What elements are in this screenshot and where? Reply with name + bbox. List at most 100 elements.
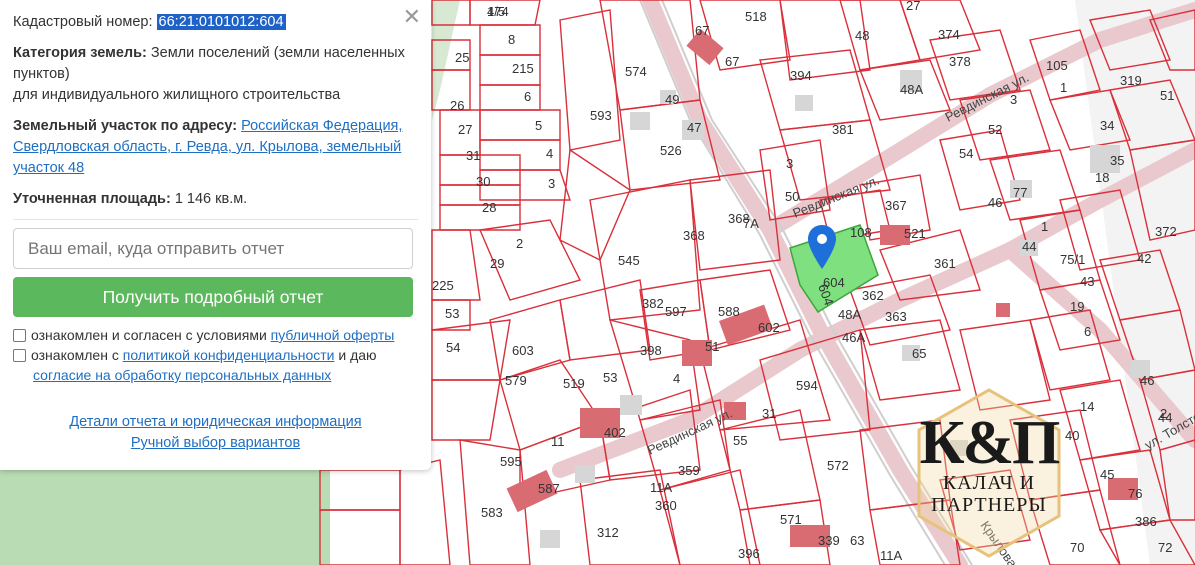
parcel-number-label: 372 xyxy=(1155,224,1177,239)
consent-privacy-text: ознакомлен с xyxy=(31,347,119,363)
parcel-number-label: 594 xyxy=(796,378,818,393)
parcel-number-label: 3 xyxy=(548,176,555,191)
parcel-number-label: 50 xyxy=(785,189,799,204)
parcel-number-label: 339 xyxy=(818,533,840,548)
parcel-number-label: 593 xyxy=(590,108,612,123)
parcel-number-label: 571 xyxy=(780,512,802,527)
parcel-number-label: 368 xyxy=(683,228,705,243)
parcel-number-label: 378 xyxy=(949,54,971,69)
parcel-number-label: 19 xyxy=(1070,299,1084,314)
parcel-number-label: 49 xyxy=(665,92,679,107)
parcel-number-label: 1 xyxy=(1041,219,1048,234)
area-label: Уточненная площадь: xyxy=(13,191,171,207)
parcel-number-label: 572 xyxy=(827,458,849,473)
data-processing-link[interactable]: согласие на обработку персональных данны… xyxy=(33,367,331,383)
parcel-number-label: 34 xyxy=(1100,118,1114,133)
logo-line-2: ПАРТНЕРЫ xyxy=(931,494,1047,516)
address-row: Земельный участок по адресу: Российская … xyxy=(13,116,418,179)
parcel-number-label: 579 xyxy=(505,373,527,388)
parcel-number-label: 8 xyxy=(508,32,515,47)
parcel-number-label: 53 xyxy=(603,370,617,385)
parcel-number-label: 26 xyxy=(450,98,464,113)
manual-selection-link[interactable]: Ручной выбор вариантов xyxy=(131,435,300,451)
footer-links: Детали отчета и юридическая информация Р… xyxy=(13,412,418,454)
parcel-number-label: 14 xyxy=(1080,399,1094,414)
close-icon[interactable]: ✕ xyxy=(403,6,421,28)
land-category-row: Категория земель: Земли поселений (земли… xyxy=(13,43,418,106)
parcel-number-label: 105 xyxy=(1046,58,1068,73)
consent-offer-checkbox[interactable] xyxy=(13,329,26,342)
parcel-number-label: 29 xyxy=(490,256,504,271)
parcel-number-label: 48 xyxy=(855,28,869,43)
parcel-number-label: 70 xyxy=(1070,540,1084,555)
parcel-number-label: 588 xyxy=(718,304,740,319)
parcel-number-label: 583 xyxy=(481,505,503,520)
parcel-number-label: 55 xyxy=(733,433,747,448)
parcel-number-label: 30 xyxy=(476,174,490,189)
parcel-number-label: 362 xyxy=(862,288,884,303)
parcel-number-label: 52 xyxy=(988,122,1002,137)
parcel-number-label: 382 xyxy=(642,296,664,311)
parcel-number-label: 75/1 xyxy=(1060,252,1085,267)
parcel-number-label: 25 xyxy=(455,50,469,65)
parcel-number-label: 18 xyxy=(1095,170,1109,185)
parcel-number-label: 54 xyxy=(446,340,460,355)
parcel-number-label: 5 xyxy=(535,118,542,133)
parcel-number-label: 48А xyxy=(900,82,923,97)
parcel-number-label: 381 xyxy=(832,122,854,137)
email-input[interactable] xyxy=(13,228,413,269)
land-use-value: для индивидуального жилищного строительс… xyxy=(13,87,341,103)
parcel-number-label: 51 xyxy=(1160,88,1174,103)
area-row: Уточненная площадь: 1 146 кв.м. xyxy=(13,189,418,210)
parcel-number-label: 595 xyxy=(500,454,522,469)
parcel-info-card: ✕ Кадастровый номер: 66:21:0101012:604 К… xyxy=(0,0,431,470)
parcel-number-label: 602 xyxy=(758,320,780,335)
parcel-number-label: 225 xyxy=(432,278,454,293)
parcel-number-label: 46 xyxy=(988,195,1002,210)
parcel-number-label: 63 xyxy=(850,533,864,548)
parcel-number-label: 215 xyxy=(512,61,534,76)
parcel-number-label: 27 xyxy=(458,122,472,137)
parcel-number-label: 44 xyxy=(1022,239,1036,254)
consent-offer-text: ознакомлен и согласен с условиями xyxy=(31,327,267,343)
parcel-number-label: 42 xyxy=(1137,251,1151,266)
consent-offer: ознакомлен и согласен с условиями публич… xyxy=(13,325,418,345)
parcel-number-label: 363 xyxy=(885,309,907,324)
company-logo: К&П КАЛАЧ И ПАРТНЕРЫ xyxy=(909,386,1069,561)
consent-privacy-checkbox[interactable] xyxy=(13,349,26,362)
parcel-number-label: 360 xyxy=(655,498,677,513)
report-details-link[interactable]: Детали отчета и юридическая информация xyxy=(69,414,361,430)
cadastral-number[interactable]: 66:21:0101012:604 xyxy=(156,14,286,30)
parcel-number-label: 3 xyxy=(1010,92,1017,107)
parcel-number-label: 45 xyxy=(1100,467,1114,482)
get-report-button[interactable]: Получить подробный отчет xyxy=(13,277,413,317)
parcel-number-label: 65 xyxy=(912,346,926,361)
parcel-number-label: 597 xyxy=(665,304,687,319)
public-offer-link[interactable]: публичной оферты xyxy=(271,327,395,343)
parcel-number-label: 46 xyxy=(1140,373,1154,388)
parcel-number-label: 319 xyxy=(1120,73,1142,88)
cadastral-label: Кадастровый номер: xyxy=(13,14,153,30)
address-label: Земельный участок по адресу: xyxy=(13,118,238,134)
parcel-number-label: 4 xyxy=(546,146,553,161)
parcel-number-label: 4/5 xyxy=(487,4,505,19)
privacy-policy-link[interactable]: политикой конфиденциальности xyxy=(123,347,335,363)
parcel-number-label: 35 xyxy=(1110,153,1124,168)
parcel-number-label: 521 xyxy=(904,226,926,241)
parcel-number-label: 526 xyxy=(660,143,682,158)
parcel-number-label: 396 xyxy=(738,546,760,561)
parcel-number-label: 3 xyxy=(786,156,793,171)
parcel-number-label: 386 xyxy=(1135,514,1157,529)
divider xyxy=(13,219,418,220)
area-value: 1 146 кв.м. xyxy=(174,191,248,207)
parcel-number-label: 574 xyxy=(625,64,647,79)
parcel-number-label: 54 xyxy=(959,146,973,161)
parcel-number-label: 53 xyxy=(445,306,459,321)
parcel-number-label: 367 xyxy=(885,198,907,213)
parcel-number-label: 27 xyxy=(906,0,920,13)
parcel-number-label: 402 xyxy=(604,425,626,440)
parcel-number-label: 48А xyxy=(838,307,861,322)
parcel-number-label: 312 xyxy=(597,525,619,540)
parcel-number-label: 6 xyxy=(1084,324,1091,339)
parcel-number-label: 67 xyxy=(695,23,709,38)
